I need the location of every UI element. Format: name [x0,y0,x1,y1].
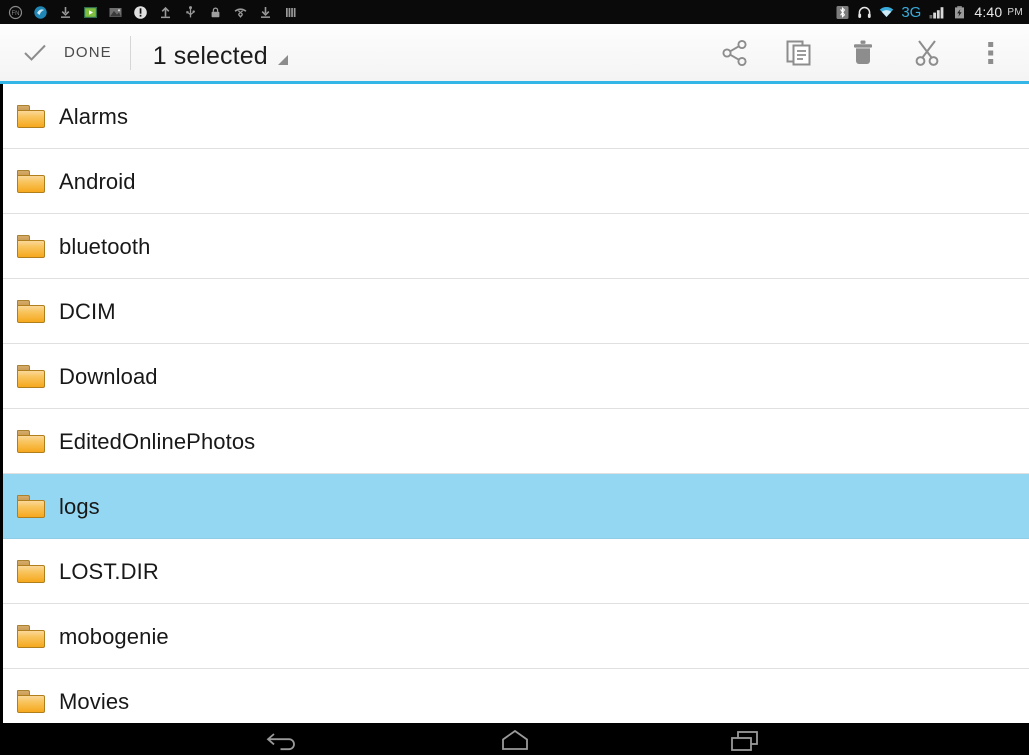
selection-title-spinner[interactable]: 1 selected [131,24,288,81]
file-list-row[interactable]: EditedOnlinePhotos [3,409,1029,474]
browser-notification-icon [33,5,48,20]
folder-icon [17,430,45,453]
share-button[interactable] [703,24,767,81]
folder-icon [17,625,45,648]
folder-icon [17,105,45,128]
file-name-label: EditedOnlinePhotos [59,428,256,454]
file-list-row[interactable]: logs [3,474,1029,539]
copy-icon [784,38,814,68]
file-list-row[interactable]: Movies [3,669,1029,723]
home-icon [495,727,535,751]
media-player-icon [83,5,98,20]
bluetooth-icon [835,5,850,20]
folder-icon [17,690,45,713]
chevron-down-icon [277,55,288,65]
equalizer-icon [283,5,298,20]
status-bar-notifications[interactable]: FN [4,0,298,24]
file-list-row[interactable]: Android [3,149,1029,214]
selection-count-label: 1 selected [152,42,268,70]
system-navigation-bar [0,723,1029,755]
wifi-icon [879,5,894,20]
folder-icon [17,365,45,388]
status-bar-system[interactable]: 3G 4:40 PM [835,0,1023,24]
folder-icon [17,235,45,258]
action-bar-buttons [703,24,1029,81]
file-name-label: Alarms [59,103,129,129]
contextual-action-bar: DONE 1 selected [0,24,1029,81]
file-name-label: Movies [59,688,130,714]
clock-time: 4:40 [974,4,1003,20]
folder-icon [17,495,45,518]
folder-icon [17,560,45,583]
download-icon [258,5,273,20]
delete-button[interactable] [831,24,895,81]
cut-icon [912,38,942,68]
clock-ampm: PM [1007,6,1023,18]
overflow-menu-icon [976,38,1006,68]
file-name-label: DCIM [59,298,116,324]
check-icon [22,40,48,66]
alert-exclamation-icon [133,5,148,20]
copy-button[interactable] [767,24,831,81]
android-screen: FN 3G 4:40 PM DONE 1 selected Alarms And… [0,0,1029,755]
folder-icon [17,170,45,193]
recents-icon [725,727,765,751]
cut-button[interactable] [895,24,959,81]
battery-icon [952,5,967,20]
missed-call-icon [233,5,248,20]
done-label: DONE [64,44,112,61]
done-button[interactable]: DONE [0,24,130,81]
lock-icon [208,5,223,20]
file-name-label: logs [59,493,100,519]
download-complete-icon [58,5,73,20]
file-list-row[interactable]: DCIM [3,279,1029,344]
upload-icon [158,5,173,20]
file-list-row[interactable]: Download [3,344,1029,409]
recents-button[interactable] [710,723,780,755]
file-list-row[interactable]: Alarms [3,84,1029,149]
share-icon [720,38,750,68]
usb-icon [183,5,198,20]
status-bar[interactable]: FN 3G 4:40 PM [0,0,1029,24]
file-name-label: Download [59,363,158,389]
network-type-label: 3G [901,3,922,21]
file-name-label: Android [59,168,136,194]
file-list[interactable]: Alarms Android bluetooth DCIM Download Edited… [3,84,1029,723]
back-icon [265,727,305,751]
folder-icon [17,300,45,323]
signal-bars-icon [928,5,945,20]
delete-icon [848,38,878,68]
headset-icon [857,5,872,20]
svg-text:FN: FN [12,11,20,17]
back-button[interactable] [250,723,320,755]
file-name-label: LOST.DIR [59,558,159,584]
image-notification-icon [108,5,123,20]
file-list-row[interactable]: mobogenie [3,604,1029,669]
overflow-menu-button[interactable] [959,24,1023,81]
file-name-label: mobogenie [59,623,169,649]
file-name-label: bluetooth [59,233,151,259]
file-list-row[interactable]: bluetooth [3,214,1029,279]
home-button[interactable] [480,723,550,755]
fn-notification-icon: FN [8,5,23,20]
file-list-row[interactable]: LOST.DIR [3,539,1029,604]
